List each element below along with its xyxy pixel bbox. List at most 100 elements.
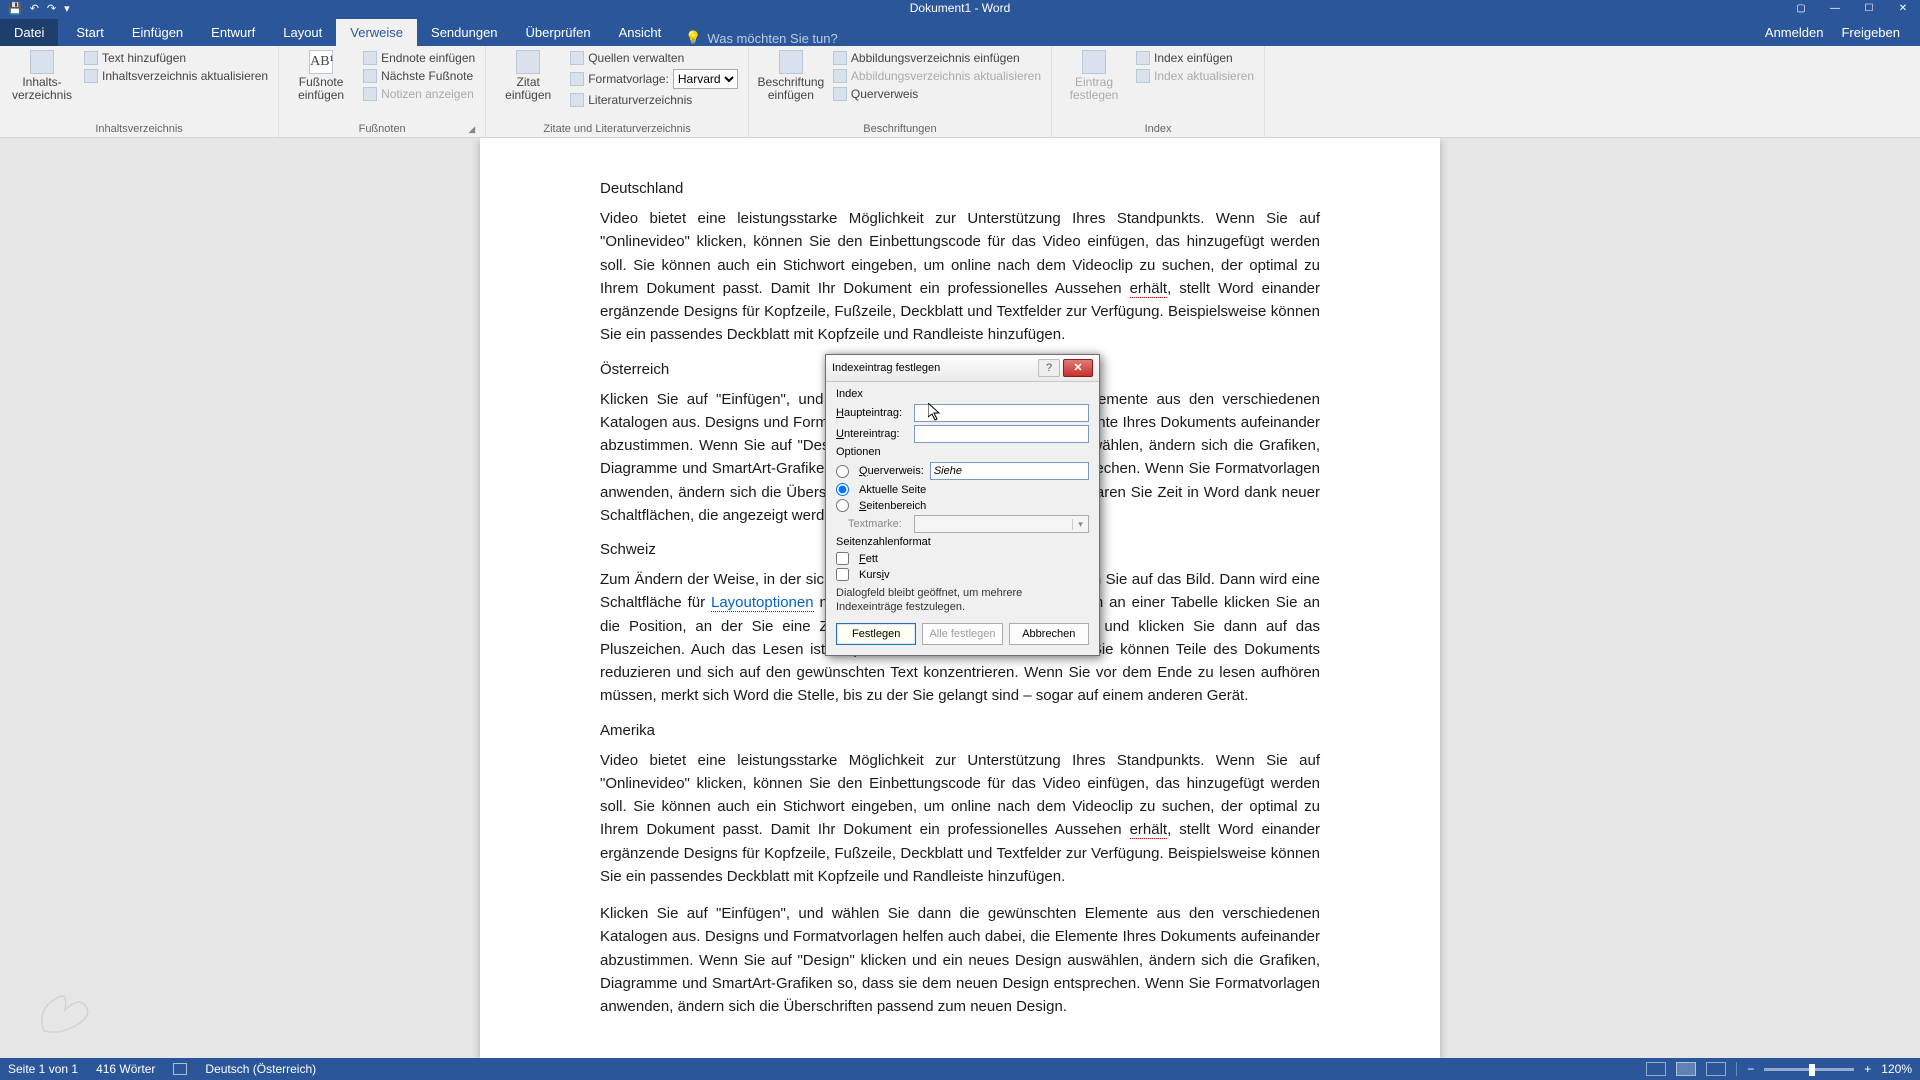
dialog-titlebar[interactable]: Indexeintrag festlegen ? ✕ <box>826 355 1099 382</box>
show-notes-button[interactable]: Notizen anzeigen <box>361 86 477 102</box>
tab-verweise[interactable]: Verweise <box>336 19 417 46</box>
chevron-down-icon: ▾ <box>1072 519 1088 530</box>
update-index-label: Index aktualisieren <box>1154 69 1254 83</box>
abbrechen-button[interactable]: Abbrechen <box>1009 623 1089 645</box>
dialog-close-icon[interactable]: ✕ <box>1063 359 1093 377</box>
help-icon[interactable]: ? <box>1038 359 1060 377</box>
qat-more[interactable]: ▾ <box>64 2 70 15</box>
alle-festlegen-button[interactable]: Alle festlegen <box>922 623 1002 645</box>
save-button[interactable]: 💾 <box>8 2 22 15</box>
zoom-level[interactable]: 120% <box>1881 1062 1912 1076</box>
share-button[interactable]: Freigeben <box>1841 25 1900 40</box>
zoom-slider[interactable] <box>1764 1068 1854 1071</box>
seitenbereich-label: Seitenbereich <box>859 500 926 512</box>
querverweis-input[interactable] <box>930 462 1089 480</box>
insert-footnote-button[interactable]: AB¹ Fußnote einfügen <box>287 50 355 102</box>
citation-style-select[interactable]: Harvard <box>673 69 738 89</box>
tell-me-label: Was möchten Sie tun? <box>707 31 837 46</box>
lightbulb-icon: 💡 <box>685 30 701 46</box>
add-text-label: Text hinzufügen <box>102 51 186 65</box>
group-label: Zitate und Literaturverzeichnis <box>543 121 690 135</box>
dialog-launcher-icon[interactable]: ◢ <box>468 124 477 135</box>
maximize-icon[interactable]: ☐ <box>1852 0 1886 16</box>
body-text: Klicken Sie auf "Einfügen", und wählen S… <box>600 902 1320 1018</box>
titlebar: 💾 ↶ ↷ ▾ Dokument1 - Word ▢ — ☐ ✕ <box>0 0 1920 16</box>
untereintrag-label: Untereintrag: <box>836 428 908 440</box>
tab-file[interactable]: Datei <box>0 19 58 46</box>
undo-button[interactable]: ↶ <box>30 2 39 15</box>
kursiv-label: Kursiv <box>859 569 890 581</box>
minimize-icon[interactable]: — <box>1818 0 1852 16</box>
manage-sources-label: Quellen verwalten <box>588 51 684 65</box>
toc-icon <box>30 50 54 74</box>
tell-me[interactable]: 💡 Was möchten Sie tun? <box>685 30 838 46</box>
word-count[interactable]: 416 Wörter <box>96 1062 155 1076</box>
tab-ansicht[interactable]: Ansicht <box>605 19 676 46</box>
bibliography-button[interactable]: Literaturverzeichnis <box>568 92 740 108</box>
close-icon[interactable]: ✕ <box>1886 0 1920 16</box>
sign-in-button[interactable]: Anmelden <box>1765 25 1824 40</box>
tab-sendungen[interactable]: Sendungen <box>417 19 512 46</box>
radio-seitenbereich[interactable] <box>836 499 849 512</box>
untereintrag-input[interactable] <box>914 425 1089 443</box>
toc-button[interactable]: Inhalts- verzeichnis <box>8 50 76 102</box>
checkbox-fett[interactable] <box>836 552 849 565</box>
style-label: Formatvorlage: <box>588 72 669 86</box>
layout-options-link: Layoutoptionen <box>711 594 814 612</box>
view-web-icon[interactable] <box>1706 1062 1726 1076</box>
endnote-icon <box>363 51 377 65</box>
dialog-note: Dialogfeld bleibt geöffnet, um mehrere I… <box>836 587 1089 615</box>
update-tof-button[interactable]: Abbildungsverzeichnis aktualisieren <box>831 68 1043 84</box>
citation-icon <box>516 50 540 74</box>
page-status[interactable]: Seite 1 von 1 <box>8 1062 78 1076</box>
group-fussnoten: AB¹ Fußnote einfügen Endnote einfügen Nä… <box>279 46 486 137</box>
add-text-button[interactable]: Text hinzufügen <box>82 50 270 66</box>
view-read-icon[interactable] <box>1646 1062 1666 1076</box>
spellcheck-icon[interactable] <box>173 1063 187 1075</box>
insert-endnote-label: Endnote einfügen <box>381 51 475 65</box>
language-status[interactable]: Deutsch (Österreich) <box>205 1062 316 1076</box>
insert-citation-label: Zitat einfügen <box>505 76 551 102</box>
show-notes-icon <box>363 87 377 101</box>
spelling-error: erhält <box>1130 821 1168 839</box>
radio-querverweis[interactable] <box>836 465 849 478</box>
insert-index-button[interactable]: Index einfügen <box>1134 50 1256 66</box>
group-beschriftungen: Beschriftung einfügen Abbildungsverzeich… <box>749 46 1052 137</box>
window-controls: ▢ — ☐ ✕ <box>1784 0 1920 16</box>
insert-caption-button[interactable]: Beschriftung einfügen <box>757 50 825 102</box>
ribbon: Inhalts- verzeichnis Text hinzufügen Inh… <box>0 46 1920 138</box>
tab-entwurf[interactable]: Entwurf <box>197 19 269 46</box>
tab-layout[interactable]: Layout <box>269 19 336 46</box>
checkbox-kursiv[interactable] <box>836 568 849 581</box>
manage-sources-button[interactable]: Quellen verwalten <box>568 50 740 66</box>
mark-entry-button[interactable]: Eintrag festlegen <box>1060 50 1128 102</box>
view-print-icon[interactable] <box>1676 1062 1696 1076</box>
querverweis-label: Querverweis: <box>859 465 924 477</box>
mark-entry-label: Eintrag festlegen <box>1070 76 1119 102</box>
style-row: Formatvorlage: Harvard <box>568 68 740 90</box>
group-label: Index <box>1145 121 1172 135</box>
festlegen-button[interactable]: Festlegen <box>836 623 916 645</box>
insert-citation-button[interactable]: Zitat einfügen <box>494 50 562 102</box>
insert-tof-button[interactable]: Abbildungsverzeichnis einfügen <box>831 50 1043 66</box>
textmarke-combo[interactable]: ▾ <box>914 515 1089 533</box>
radio-aktuelle-seite[interactable] <box>836 483 849 496</box>
zoom-out-button[interactable]: − <box>1747 1062 1754 1076</box>
quick-access-toolbar: 💾 ↶ ↷ ▾ <box>0 2 70 15</box>
update-index-button[interactable]: Index aktualisieren <box>1134 68 1256 84</box>
zoom-in-button[interactable]: + <box>1864 1062 1871 1076</box>
redo-button[interactable]: ↷ <box>47 2 56 15</box>
cross-reference-button[interactable]: Querverweis <box>831 86 1043 102</box>
group-index: Eintrag festlegen Index einfügen Index a… <box>1052 46 1265 137</box>
insert-index-label: Index einfügen <box>1154 51 1233 65</box>
next-footnote-button[interactable]: Nächste Fußnote <box>361 68 477 84</box>
tab-ueberpruefen[interactable]: Überprüfen <box>512 19 605 46</box>
insert-endnote-button[interactable]: Endnote einfügen <box>361 50 477 66</box>
dialog-indexeintrag: Indexeintrag festlegen ? ✕ Index Hauptei… <box>825 354 1100 656</box>
group-zitate: Zitat einfügen Quellen verwalten Formatv… <box>486 46 749 137</box>
ribbon-display-icon[interactable]: ▢ <box>1784 0 1818 16</box>
tab-start[interactable]: Start <box>62 19 117 46</box>
tab-einfuegen[interactable]: Einfügen <box>118 19 197 46</box>
update-toc-button[interactable]: Inhaltsverzeichnis aktualisieren <box>82 68 270 84</box>
cross-reference-label: Querverweis <box>851 87 918 101</box>
